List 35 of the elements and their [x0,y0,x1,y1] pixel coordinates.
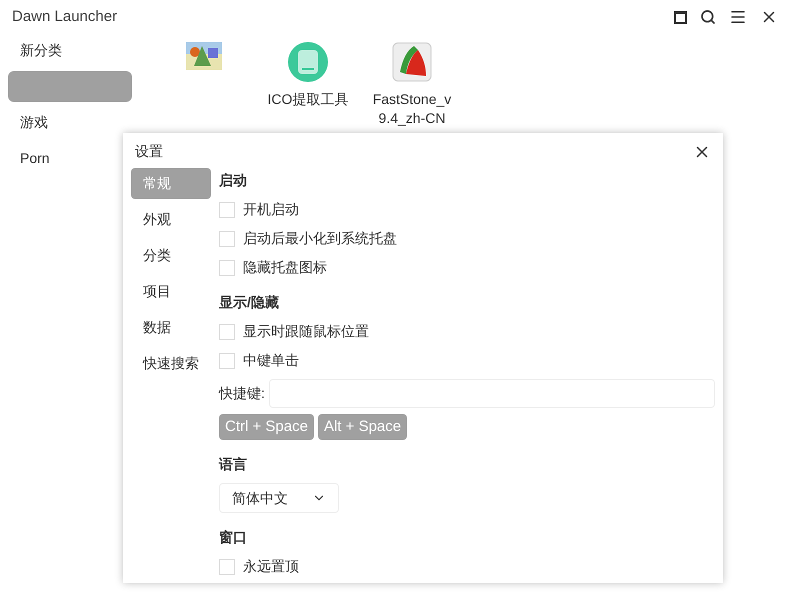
section-heading: 启动 [219,171,248,190]
settings-tab[interactable]: 外观 [131,204,211,235]
checkbox-label: 中键单击 [243,351,299,370]
settings-tab[interactable]: 数据 [131,312,211,343]
window-title: Dawn Launcher [12,6,118,27]
field-label: 快捷键: [219,384,265,403]
checkbox[interactable] [219,324,235,340]
sidebar-item[interactable]: 游戏 [8,107,132,138]
launcher-item[interactable]: FastStone_v9.4_zh-CN [368,42,456,128]
language-select[interactable]: 简体中文 [219,483,339,513]
settings-tab[interactable]: 快速搜索 [131,348,211,379]
sidebar-item[interactable]: 新分类 [8,35,132,66]
sidebar-item[interactable] [8,71,132,102]
launcher-item[interactable]: ICO提取工具 [264,42,352,109]
menu-icon[interactable] [729,8,747,26]
settings-tab[interactable]: 分类 [131,240,211,271]
fan-icon [392,42,432,82]
settings-tab[interactable]: 项目 [131,276,211,307]
search-icon[interactable] [700,9,716,25]
section-heading: 显示/隐藏 [219,293,280,312]
checkbox[interactable] [219,352,235,368]
checkbox-label: 开机启动 [243,200,299,219]
checkbox-label: 启动后最小化到系统托盘 [243,229,397,248]
dialog-title: 设置 [135,142,163,161]
checkbox[interactable] [219,202,235,218]
landscape-shapes-icon [186,42,222,70]
checkbox[interactable] [219,230,235,246]
checkbox-label: 隐藏托盘图标 [243,258,327,277]
checkbox[interactable] [219,558,235,574]
checkbox-label: 显示时跟随鼠标位置 [243,322,369,341]
checkbox-label: 永远置顶 [243,557,299,576]
section-heading: 语言 [219,455,248,474]
checkbox[interactable] [219,260,235,276]
maximize-button[interactable] [674,10,687,24]
section-heading: 窗口 [219,528,248,547]
